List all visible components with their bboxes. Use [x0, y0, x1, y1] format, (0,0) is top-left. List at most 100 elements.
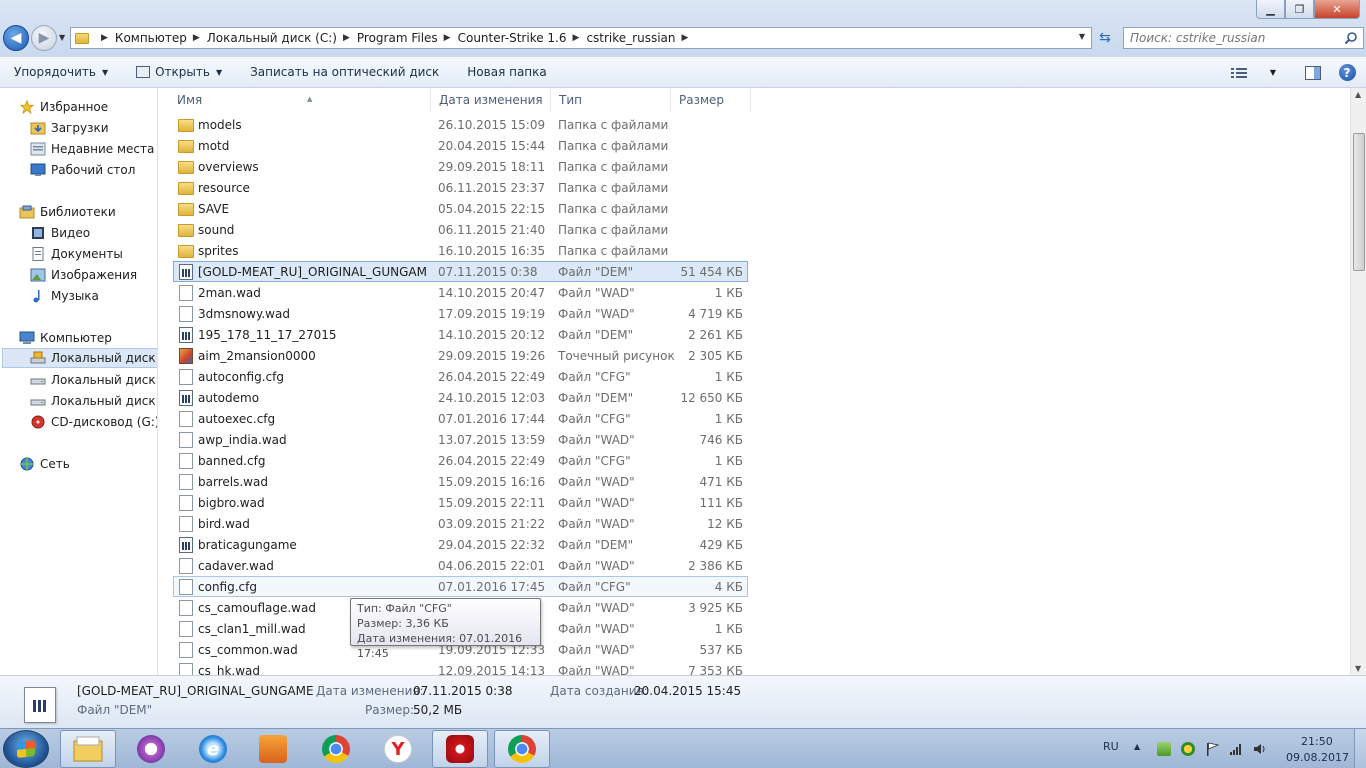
clock-time[interactable]: 21:50 — [1301, 735, 1333, 748]
new-folder-button[interactable]: Новая папка — [453, 57, 560, 88]
nav-favorites[interactable]: Избранное — [19, 97, 108, 117]
close-button[interactable]: ✕ — [1314, 0, 1360, 19]
column-header-size[interactable]: Размер — [671, 88, 751, 112]
file-row[interactable]: 3dmsnowy.wad 17.09.2015 19:19 Файл "WAD" 4 … — [173, 303, 748, 324]
nav-disk-c[interactable]: Локальный диск (C — [2, 348, 157, 368]
chevron-right-icon[interactable]: ▶ — [573, 33, 580, 43]
file-row[interactable]: autoexec.cfg 07.01.2016 17:44 Файл "CFG" 1 … — [173, 408, 748, 429]
view-dropdown[interactable]: ▼ — [1264, 64, 1282, 82]
folder-row[interactable]: motd 20.04.2015 15:44 Папка с файлами — [173, 135, 748, 156]
chevron-right-icon[interactable]: ▶ — [444, 33, 451, 43]
file-row[interactable]: bird.wad 03.09.2015 21:22 Файл "WAD" 12 КБ — [173, 513, 748, 534]
chevron-right-icon[interactable]: ▶ — [343, 33, 350, 43]
search-input[interactable] — [1124, 28, 1334, 48]
language-indicator[interactable]: RU — [1103, 740, 1119, 753]
file-row[interactable]: 195_178_11_17_27015 14.10.2015 20:12 Файл … — [173, 324, 748, 345]
breadcrumb-program-files[interactable]: Program Files ▶ — [357, 31, 458, 45]
show-desktop-button[interactable] — [1354, 729, 1366, 768]
breadcrumb-computer[interactable]: Компьютер ▶ — [115, 31, 207, 45]
file-row[interactable]: [GOLD-MEAT_RU]_ORIGINAL_GUNGAME 07.11.201… — [173, 261, 748, 282]
refresh-button[interactable]: ⇆ — [1094, 27, 1116, 49]
taskbar-ie[interactable]: e — [185, 730, 241, 768]
volume-icon[interactable] — [1253, 742, 1267, 756]
help-button[interactable]: ? — [1338, 64, 1356, 82]
nav-music[interactable]: Музыка — [30, 286, 99, 306]
nav-libraries[interactable]: Библиотеки — [19, 202, 116, 222]
vertical-scrollbar[interactable]: ▲ ▼ — [1350, 88, 1366, 675]
action-center-flag-icon[interactable] — [1205, 742, 1220, 756]
preview-pane-button[interactable] — [1304, 64, 1322, 82]
nav-computer[interactable]: Компьютер — [19, 328, 112, 348]
scroll-thumb[interactable] — [1353, 133, 1365, 271]
chevron-right-icon[interactable]: ▶ — [682, 33, 689, 43]
minimize-button[interactable]: ▁ — [1256, 0, 1285, 19]
chevron-down-icon[interactable]: ▼ — [216, 68, 222, 77]
file-row[interactable]: config.cfg 07.01.2016 17:45 Файл "CFG" 4 КБ — [173, 576, 748, 597]
recent-pages-dropdown[interactable]: ▼ — [59, 33, 65, 42]
file-row[interactable]: barrels.wad 15.09.2015 16:16 Файл "WAD" 471… — [173, 471, 748, 492]
scroll-down-arrow-icon[interactable]: ▼ — [1355, 664, 1361, 673]
nav-disk-e[interactable]: Локальный диск (E: — [30, 391, 157, 411]
search-box[interactable] — [1123, 27, 1364, 49]
file-row[interactable]: banned.cfg 26.04.2015 22:49 Файл "CFG" 1 КБ — [173, 450, 748, 471]
nav-video[interactable]: Видео — [30, 223, 90, 243]
file-row[interactable]: cadaver.wad 04.06.2015 22:01 Файл "WAD" 2 3… — [173, 555, 748, 576]
taskbar-explorer[interactable] — [60, 730, 116, 768]
back-button[interactable]: ◀ — [3, 25, 29, 51]
taskbar-chrome-2[interactable] — [494, 730, 550, 768]
folder-row[interactable]: overviews 29.09.2015 18:11 Папка с файлами — [173, 156, 748, 177]
column-header-type[interactable]: Тип — [551, 88, 671, 112]
taskbar-media-player[interactable] — [245, 730, 301, 768]
nav-documents[interactable]: Документы — [30, 244, 123, 264]
tray-app-icon[interactable] — [1157, 742, 1171, 756]
search-icon[interactable] — [1344, 31, 1358, 45]
nav-downloads[interactable]: Загрузки — [30, 118, 109, 138]
folder-row[interactable]: sprites 16.10.2015 16:35 Папка с файлами — [173, 240, 748, 261]
file-row[interactable]: awp_india.wad 13.07.2015 13:59 Файл "WAD" 7… — [173, 429, 748, 450]
file-name: braticagungame — [198, 537, 297, 552]
view-options-button[interactable] — [1230, 64, 1248, 82]
folder-row[interactable]: resource 06.11.2015 23:37 Папка с файлами — [173, 177, 748, 198]
nav-cd-drive[interactable]: CD-дисковод (G:) C — [30, 412, 157, 432]
chevron-right-icon[interactable]: ▶ — [193, 33, 200, 43]
file-row[interactable]: autodemo 24.10.2015 12:03 Файл "DEM" 12 650… — [173, 387, 748, 408]
organize-button[interactable]: Упорядочить ▼ — [0, 57, 122, 88]
open-button[interactable]: Открыть ▼ — [122, 57, 236, 88]
nav-images[interactable]: Изображения — [30, 265, 137, 285]
nav-desktop[interactable]: Рабочий стол — [30, 160, 135, 180]
nav-network[interactable]: Сеть — [19, 454, 70, 474]
column-header-date[interactable]: Дата изменения — [431, 88, 551, 112]
file-row[interactable]: aim_2mansion0000 29.09.2015 19:26 Точечный… — [173, 345, 748, 366]
scroll-up-arrow-icon[interactable]: ▲ — [1355, 90, 1361, 99]
address-history-dropdown[interactable]: ▼ — [1079, 32, 1085, 41]
taskbar-app-purple[interactable] — [123, 730, 179, 768]
burn-disc-button[interactable]: Записать на оптический диск — [236, 57, 453, 88]
breadcrumb-cstrike-russian[interactable]: cstrike_russian ▶ — [586, 31, 695, 45]
clock-date[interactable]: 09.08.2017 — [1286, 751, 1349, 764]
breadcrumb-disk-c[interactable]: Локальный диск (C:) ▶ — [207, 31, 357, 45]
breadcrumb-counter-strike[interactable]: Counter-Strike 1.6 ▶ — [458, 31, 587, 45]
file-row[interactable]: braticagungame 29.04.2015 22:32 Файл "DEM"… — [173, 534, 748, 555]
network-signal-icon[interactable] — [1229, 742, 1243, 756]
folder-row[interactable]: SAVE 05.04.2015 22:15 Папка с файлами — [173, 198, 748, 219]
file-row[interactable]: bigbro.wad 15.09.2015 22:11 Файл "WAD" 111 … — [173, 492, 748, 513]
breadcrumb-root-arrow[interactable]: ▶ — [95, 33, 115, 43]
show-hidden-icons-button[interactable]: ▲ — [1134, 742, 1140, 751]
file-row[interactable]: cs_hk.wad 12.09.2015 14:13 Файл "WAD" 7 353… — [173, 660, 748, 675]
address-bar[interactable]: ▶ Компьютер ▶ Локальный диск (C:) ▶ Progra… — [70, 27, 1092, 49]
file-name: config.cfg — [198, 579, 257, 594]
taskbar-cs-app[interactable] — [432, 730, 488, 768]
folder-row[interactable]: sound 06.11.2015 21:40 Папка с файлами — [173, 219, 748, 240]
taskbar-chrome-1[interactable] — [308, 730, 364, 768]
nav-recent-places[interactable]: Недавние места — [30, 139, 154, 159]
maximize-button[interactable]: ❐ — [1285, 0, 1314, 19]
start-button[interactable] — [3, 730, 49, 768]
taskbar-yandex[interactable]: Y — [370, 730, 426, 768]
nav-disk-d[interactable]: Локальный диск (D — [30, 370, 157, 390]
folder-row[interactable]: models 26.10.2015 15:09 Папка с файлами — [173, 114, 748, 135]
forward-button[interactable]: ▶ — [31, 25, 57, 51]
column-header-name[interactable]: Имя ▲ — [169, 88, 431, 112]
file-row[interactable]: 2man.wad 14.10.2015 20:47 Файл "WAD" 1 КБ — [173, 282, 748, 303]
tray-security-icon[interactable] — [1181, 742, 1195, 756]
file-row[interactable]: autoconfig.cfg 26.04.2015 22:49 Файл "CFG"… — [173, 366, 748, 387]
